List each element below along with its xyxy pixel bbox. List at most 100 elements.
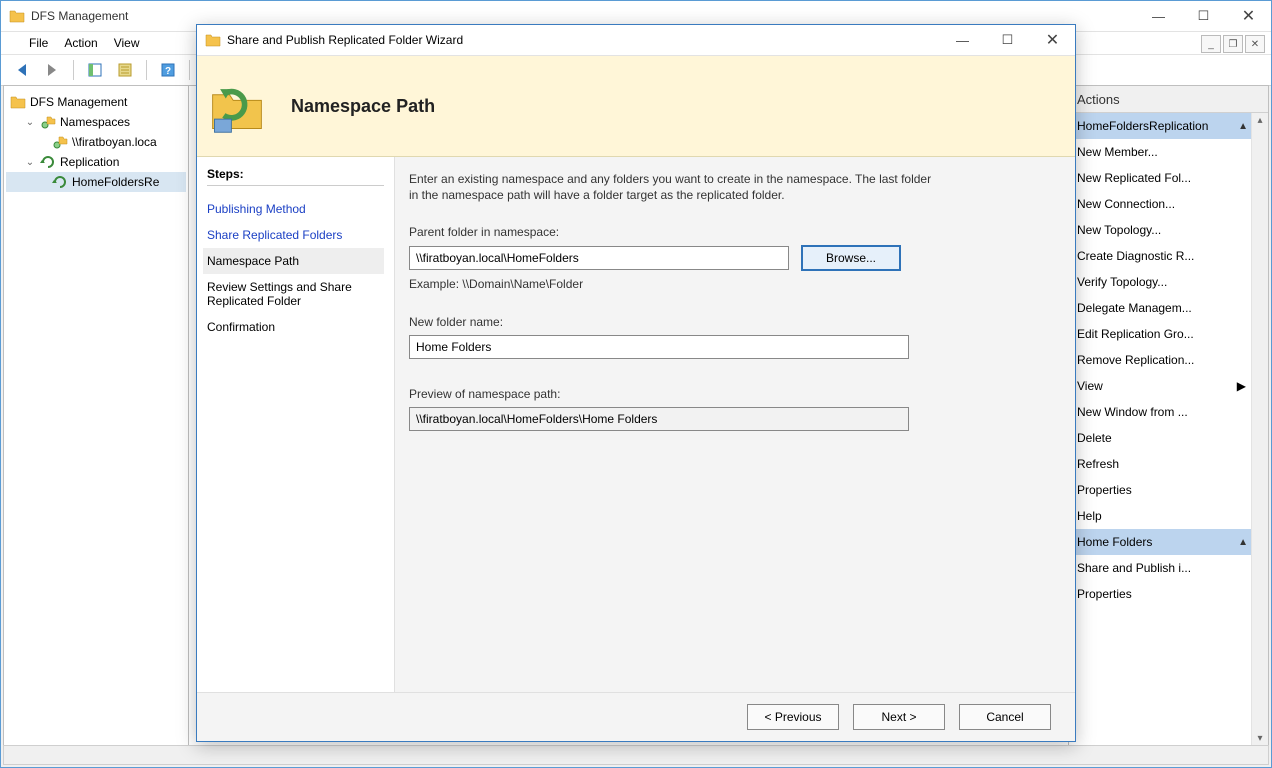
wizard-minimize-button[interactable]: — xyxy=(940,25,985,55)
wizard-maximize-button[interactable]: ☐ xyxy=(985,25,1030,55)
tree-replication-item-label: HomeFoldersRe xyxy=(72,175,159,189)
step-review-settings: Review Settings and Share Replicated Fol… xyxy=(207,274,384,314)
tree-replication-item[interactable]: HomeFoldersRe xyxy=(6,172,186,192)
maximize-button[interactable]: ☐ xyxy=(1181,1,1226,31)
action-edit-replication-group[interactable]: Edit Replication Gro... xyxy=(1069,321,1252,347)
action-view[interactable]: View▶ xyxy=(1069,373,1252,399)
main-window-controls: — ☐ ✕ xyxy=(1136,1,1271,31)
action-label: Delegate Managem... xyxy=(1077,301,1192,315)
action-delete[interactable]: Delete xyxy=(1069,425,1252,451)
action-label: Verify Topology... xyxy=(1077,275,1167,289)
action-label: New Member... xyxy=(1077,145,1158,159)
wizard-banner-title: Namespace Path xyxy=(291,96,435,117)
tree-pane: DFS Management ⌄ Namespaces \\firatboyan… xyxy=(3,85,189,747)
namespace-item-icon xyxy=(52,134,68,150)
parent-folder-input[interactable] xyxy=(409,246,789,270)
actions-list: HomeFoldersReplication ▲ New Member... N… xyxy=(1069,113,1268,746)
browse-button[interactable]: Browse... xyxy=(801,245,901,271)
tree-namespaces-label: Namespaces xyxy=(60,115,130,129)
action-properties-2[interactable]: Properties xyxy=(1069,581,1252,607)
cancel-button[interactable]: Cancel xyxy=(959,704,1051,730)
action-share-and-publish[interactable]: Share and Publish i... xyxy=(1069,555,1252,581)
toolbar-separator xyxy=(73,60,74,80)
step-publishing-method[interactable]: Publishing Method xyxy=(207,196,384,222)
wizard-banner-icon xyxy=(207,76,267,136)
action-create-diagnostic[interactable]: Create Diagnostic R... xyxy=(1069,243,1252,269)
action-label: New Replicated Fol... xyxy=(1077,171,1191,185)
next-button[interactable]: Next > xyxy=(853,704,945,730)
action-label: New Topology... xyxy=(1077,223,1161,237)
wizard-form: Enter an existing namespace and any fold… xyxy=(395,157,1075,692)
action-label: Share and Publish i... xyxy=(1077,561,1191,575)
new-folder-input[interactable] xyxy=(409,335,909,359)
action-refresh[interactable]: Refresh xyxy=(1069,451,1252,477)
example-text: Example: \\Domain\Name\Folder xyxy=(409,277,1051,291)
wizard-intro-text: Enter an existing namespace and any fold… xyxy=(409,171,939,203)
action-delegate-management[interactable]: Delegate Managem... xyxy=(1069,295,1252,321)
actions-header: Actions xyxy=(1069,86,1268,113)
mdi-minimize-button[interactable]: _ xyxy=(1201,35,1221,53)
actions-group-heading-2[interactable]: Home Folders ▲ xyxy=(1069,529,1252,555)
collapse-icon: ▲ xyxy=(1238,537,1248,548)
toolbar-help-button[interactable]: ? xyxy=(155,57,181,83)
wizard-titlebar: Share and Publish Replicated Folder Wiza… xyxy=(197,25,1075,56)
nav-forward-button[interactable] xyxy=(39,57,65,83)
mdi-restore-button[interactable]: ❐ xyxy=(1223,35,1243,53)
minimize-button[interactable]: — xyxy=(1136,1,1181,31)
actions-group-heading[interactable]: HomeFoldersReplication ▲ xyxy=(1069,113,1252,139)
tree-namespace-item[interactable]: \\firatboyan.loca xyxy=(6,132,186,152)
action-label: Create Diagnostic R... xyxy=(1077,249,1194,263)
action-new-topology[interactable]: New Topology... xyxy=(1069,217,1252,243)
nav-back-button[interactable] xyxy=(9,57,35,83)
tree-namespaces[interactable]: ⌄ Namespaces xyxy=(6,112,186,132)
action-remove-replication[interactable]: Remove Replication... xyxy=(1069,347,1252,373)
parent-folder-label: Parent folder in namespace: xyxy=(409,225,1051,239)
expander-icon[interactable]: ⌄ xyxy=(24,157,36,168)
wizard-close-button[interactable]: ✕ xyxy=(1030,25,1075,55)
action-label: New Window from ... xyxy=(1077,405,1188,419)
menu-view[interactable]: View xyxy=(114,36,140,50)
tree-replication[interactable]: ⌄ Replication xyxy=(6,152,186,172)
wizard-window-controls: — ☐ ✕ xyxy=(940,25,1075,55)
scroll-down-icon[interactable]: ▾ xyxy=(1257,733,1262,744)
toolbar-show-hide-button[interactable] xyxy=(82,57,108,83)
action-new-connection[interactable]: New Connection... xyxy=(1069,191,1252,217)
tree-root[interactable]: DFS Management xyxy=(6,92,186,112)
actions-pane: Actions HomeFoldersReplication ▲ New Mem… xyxy=(1069,85,1269,747)
close-button[interactable]: ✕ xyxy=(1226,1,1271,31)
step-namespace-path[interactable]: Namespace Path xyxy=(203,248,384,274)
action-verify-topology[interactable]: Verify Topology... xyxy=(1069,269,1252,295)
previous-button[interactable]: < Previous xyxy=(747,704,839,730)
tree-replication-label: Replication xyxy=(60,155,119,169)
actions-scrollbar[interactable]: ▴ ▾ xyxy=(1251,113,1268,746)
namespace-icon xyxy=(40,114,56,130)
scroll-up-icon[interactable]: ▴ xyxy=(1257,115,1262,126)
actions-group-label-2: Home Folders xyxy=(1077,535,1152,549)
action-help[interactable]: Help xyxy=(1069,503,1252,529)
actions-group-label: HomeFoldersReplication xyxy=(1077,119,1208,133)
menu-action[interactable]: Action xyxy=(64,36,97,50)
expander-icon[interactable]: ⌄ xyxy=(24,117,36,128)
mdi-close-button[interactable]: ✕ xyxy=(1245,35,1265,53)
action-new-replicated-folder[interactable]: New Replicated Fol... xyxy=(1069,165,1252,191)
action-new-window[interactable]: New Window from ... xyxy=(1069,399,1252,425)
action-label: View xyxy=(1077,379,1103,393)
step-share-replicated-folders[interactable]: Share Replicated Folders xyxy=(207,222,384,248)
tree-root-label: DFS Management xyxy=(30,95,127,109)
preview-value: \\firatboyan.local\HomeFolders\Home Fold… xyxy=(416,412,657,426)
menu-file[interactable]: File xyxy=(29,36,48,50)
new-folder-label: New folder name: xyxy=(409,315,1051,329)
action-label: Remove Replication... xyxy=(1077,353,1194,367)
action-label: Help xyxy=(1077,509,1102,523)
action-new-member[interactable]: New Member... xyxy=(1069,139,1252,165)
wizard-dialog: Share and Publish Replicated Folder Wiza… xyxy=(196,24,1076,742)
toolbar-separator xyxy=(146,60,147,80)
main-title: DFS Management xyxy=(31,9,1136,23)
toolbar-properties-button[interactable] xyxy=(112,57,138,83)
action-label: Properties xyxy=(1077,587,1132,601)
action-label: Properties xyxy=(1077,483,1132,497)
wizard-footer: < Previous Next > Cancel xyxy=(197,692,1075,741)
action-properties[interactable]: Properties xyxy=(1069,477,1252,503)
wizard-steps: Steps: Publishing Method Share Replicate… xyxy=(197,157,395,692)
preview-box: \\firatboyan.local\HomeFolders\Home Fold… xyxy=(409,407,909,431)
